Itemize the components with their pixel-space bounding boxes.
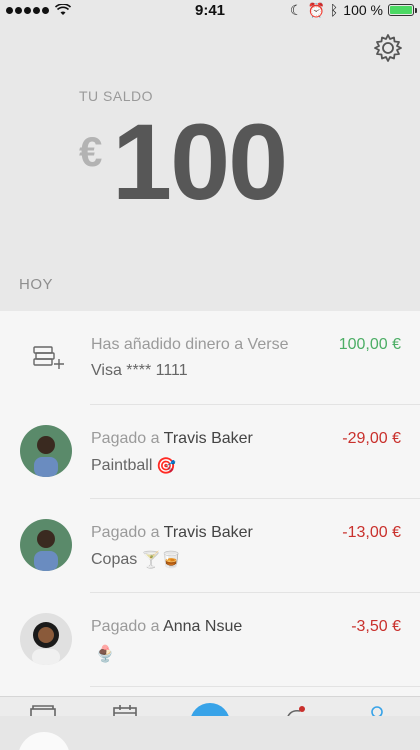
transaction-title: Has añadido dinero a Verse	[91, 336, 288, 354]
avatar	[20, 613, 72, 665]
transaction-prefix: Pagado a	[91, 618, 164, 635]
transaction-detail-text: Copas	[91, 551, 138, 568]
transaction-detail: Paintball 🎯	[91, 456, 176, 476]
emoji: 🍨	[95, 646, 115, 663]
battery-text: 100 %	[343, 2, 383, 18]
transaction-prefix: Has añadido dinero a Verse	[91, 336, 289, 353]
money-add-icon	[33, 346, 64, 369]
transaction-detail: Visa **** 1111	[91, 362, 188, 380]
recipient-name: Travis Baker	[163, 524, 253, 541]
avatar	[20, 519, 72, 571]
currency-symbol: €	[79, 128, 103, 175]
transaction-list: Has añadido dinero a Verse Visa **** 111…	[0, 311, 420, 696]
status-bar: 9:41 ☾ ⏰ ᛒ 100 %	[0, 0, 420, 20]
status-left	[6, 4, 71, 16]
transaction-title: Pagado a Travis Baker	[91, 524, 253, 542]
transaction-detail: Copas 🍸🥃	[91, 550, 181, 570]
transaction-detail-text: Paintball	[91, 457, 153, 474]
divider	[90, 686, 420, 687]
wifi-icon	[55, 4, 71, 15]
transaction-title: Pagado a Anna Nsue	[91, 618, 242, 636]
battery-icon	[388, 4, 417, 16]
transaction-title: Pagado a Travis Baker	[91, 430, 253, 448]
transaction-prefix: Pagado a	[91, 524, 164, 541]
status-right: ☾ ⏰ ᛒ 100 %	[289, 1, 417, 19]
transaction-amount: -29,00 €	[342, 430, 401, 447]
signal-icon	[6, 6, 49, 14]
transaction-amount: -3,50 €	[351, 618, 401, 635]
transaction-detail: 🍨	[91, 644, 115, 664]
transaction-amount: -13,00 €	[342, 524, 401, 541]
section-header-today: HOY	[19, 276, 54, 293]
avatar	[20, 425, 72, 477]
transaction-row[interactable]: Pagado a Travis Baker Copas 🍸🥃 -13,00 €	[0, 499, 420, 593]
battery-fill	[390, 6, 412, 14]
emoji: 🍸🥃	[141, 552, 182, 569]
transaction-amount: 100,00 €	[338, 336, 401, 353]
transaction-row[interactable]: Pagado a Anna Nsue 🍨 -3,50 €	[0, 593, 420, 687]
gear-icon[interactable]	[372, 32, 404, 64]
emoji: 🎯	[156, 458, 177, 475]
alarm-icon: ⏰	[307, 1, 325, 18]
transaction-detail-text: Visa **** 1111	[91, 362, 188, 379]
transaction-row[interactable]: Pagado a Travis Baker Paintball 🎯 -29,00…	[0, 405, 420, 499]
transaction-prefix: Pagado a	[91, 430, 164, 447]
recipient-name: Travis Baker	[163, 430, 253, 447]
moon-icon: ☾	[289, 1, 303, 18]
recipient-name: Anna Nsue	[163, 618, 243, 635]
bluetooth-icon: ᛒ	[329, 2, 339, 18]
balance-amount: 100	[112, 101, 288, 222]
transaction-row[interactable]: Has añadido dinero a Verse Visa **** 111…	[0, 311, 420, 405]
